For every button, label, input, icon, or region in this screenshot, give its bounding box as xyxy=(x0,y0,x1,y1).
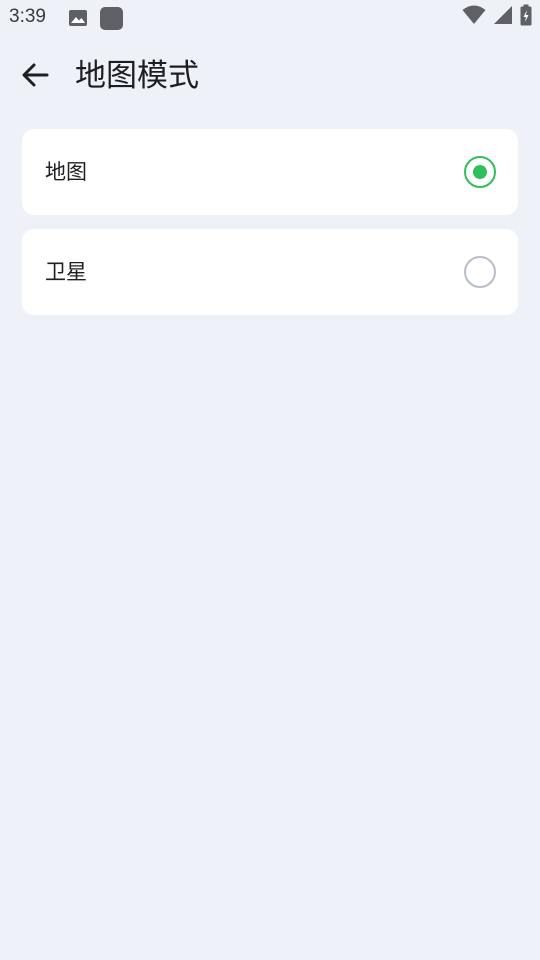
page-title: 地图模式 xyxy=(75,58,199,94)
app-icon xyxy=(100,7,123,30)
radio-map[interactable] xyxy=(464,156,496,188)
option-satellite[interactable]: 卫星 xyxy=(22,229,518,315)
arrow-left-icon xyxy=(20,60,50,94)
gallery-icon xyxy=(68,8,88,28)
app-bar: 地图模式 xyxy=(0,40,540,112)
option-satellite-label: 卫星 xyxy=(45,260,87,284)
status-bar: 3:39 xyxy=(0,0,540,36)
status-right-icons xyxy=(462,4,532,30)
status-time: 3:39 xyxy=(9,6,46,27)
wifi-icon xyxy=(462,5,486,29)
option-map-label: 地图 xyxy=(45,160,87,184)
back-button[interactable] xyxy=(12,54,58,100)
battery-icon xyxy=(520,4,532,30)
option-map[interactable]: 地图 xyxy=(22,129,518,215)
radio-satellite[interactable] xyxy=(464,256,496,288)
radio-selected-dot xyxy=(473,165,487,179)
signal-icon xyxy=(493,5,513,29)
